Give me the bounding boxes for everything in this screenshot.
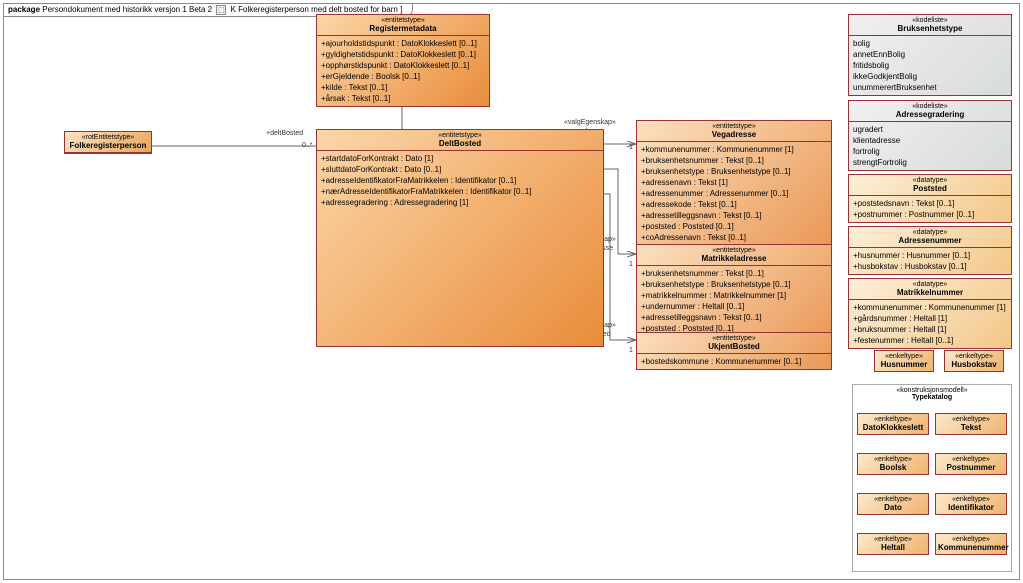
entity-vegadresse[interactable]: «entitetstype»Vegadresse +kommunenummer … bbox=[636, 120, 832, 246]
post-attrs: +poststedsnavn : Tekst [0..1]+postnummer… bbox=[849, 196, 1011, 222]
adrn-attrs: +husnummer : Husnummer [0..1]+husbokstav… bbox=[849, 248, 1011, 274]
adrg-attrs: ugradertklientadressefortroligstrengtFor… bbox=[849, 122, 1011, 170]
enkeltype-heltall[interactable]: «enkeltype»Heltall bbox=[857, 533, 929, 555]
assoc-label-deltbosted: +deltBosted bbox=[266, 130, 303, 137]
bruk-attrs: boligannetEnnBoligfritidsbolig ikkeGodkj… bbox=[849, 36, 1011, 95]
veg-attrs: +kommunenummer : Kommunenummer [1]+bruks… bbox=[637, 142, 831, 245]
mult-0n: 0..* bbox=[302, 142, 313, 149]
package-kw: package bbox=[8, 5, 40, 14]
entity-ukjentbosted[interactable]: «entitetstype»UkjentBosted +bostedskommu… bbox=[636, 332, 832, 370]
mult-1b: 1 bbox=[629, 261, 633, 268]
package-suffix: K Folkeregisterperson med delt bosted fo… bbox=[231, 5, 403, 14]
enkeltype-boolsk[interactable]: «enkeltype»Boolsk bbox=[857, 453, 929, 475]
entity-registermetadata[interactable]: «entitetstype»Registermetadata +ajourhol… bbox=[316, 14, 490, 107]
ukj-attrs: +bostedskommune : Kommunenummer [0..1] bbox=[637, 354, 831, 369]
entity-deltbosted[interactable]: «entitetstype»DeltBosted +startdatoForKo… bbox=[316, 129, 604, 347]
entity-folkeregisterperson[interactable]: «rotEntitetstype»Folkeregisterperson bbox=[64, 131, 152, 154]
delt-attrs: +startdatoForKontrakt : Dato [1]+sluttda… bbox=[317, 151, 603, 210]
datatype-adressenummer[interactable]: «datatype»Adressenummer +husnummer : Hus… bbox=[848, 226, 1012, 275]
kodeliste-adressegradering[interactable]: «kodeliste»Adressegradering ugradertklie… bbox=[848, 100, 1012, 171]
kodeliste-bruksenhetstype[interactable]: «kodeliste»Bruksenhetstype boligannetEnn… bbox=[848, 14, 1012, 96]
mult-1c: 1 bbox=[629, 347, 633, 354]
enkeltype-postnummer[interactable]: «enkeltype»Postnummer bbox=[935, 453, 1007, 475]
package-title: Persondokument med historikk versjon 1 B… bbox=[42, 5, 212, 14]
mult-1a: 1 bbox=[629, 144, 633, 151]
package-frame: package Persondokument med historikk ver… bbox=[3, 3, 1020, 580]
diagram-icon: ⬚ bbox=[216, 5, 226, 15]
matn-attrs: +kommunenummer : Kommunenummer [1]+gårds… bbox=[849, 300, 1011, 348]
container-typekatalog[interactable]: «konstruksjonsmodell»Typekatalog «enkelt… bbox=[852, 384, 1012, 572]
enkeltype-dato[interactable]: «enkeltype»Dato bbox=[857, 493, 929, 515]
valg-label-1: «valgEgenskap» bbox=[564, 119, 616, 126]
enkeltype-husnummer[interactable]: «enkeltype»Husnummer bbox=[874, 350, 934, 372]
regmeta-attrs: +ajourholdstidspunkt : DatoKlokkeslett [… bbox=[317, 36, 489, 106]
enkeltype-kommunenummer[interactable]: «enkeltype»Kommunenummer bbox=[935, 533, 1007, 555]
datatype-poststed[interactable]: «datatype»Poststed +poststedsnavn : Teks… bbox=[848, 174, 1012, 223]
datatype-matrikkelnummer[interactable]: «datatype»Matrikkelnummer +kommunenummer… bbox=[848, 278, 1012, 349]
enkeltype-husbokstav[interactable]: «enkeltype»Husbokstav bbox=[944, 350, 1004, 372]
enkeltype-datoklokkeslett[interactable]: «enkeltype»DatoKlokkeslett bbox=[857, 413, 929, 435]
enkeltype-tekst[interactable]: «enkeltype»Tekst bbox=[935, 413, 1007, 435]
enkeltype-identifikator[interactable]: «enkeltype»Identifikator bbox=[935, 493, 1007, 515]
